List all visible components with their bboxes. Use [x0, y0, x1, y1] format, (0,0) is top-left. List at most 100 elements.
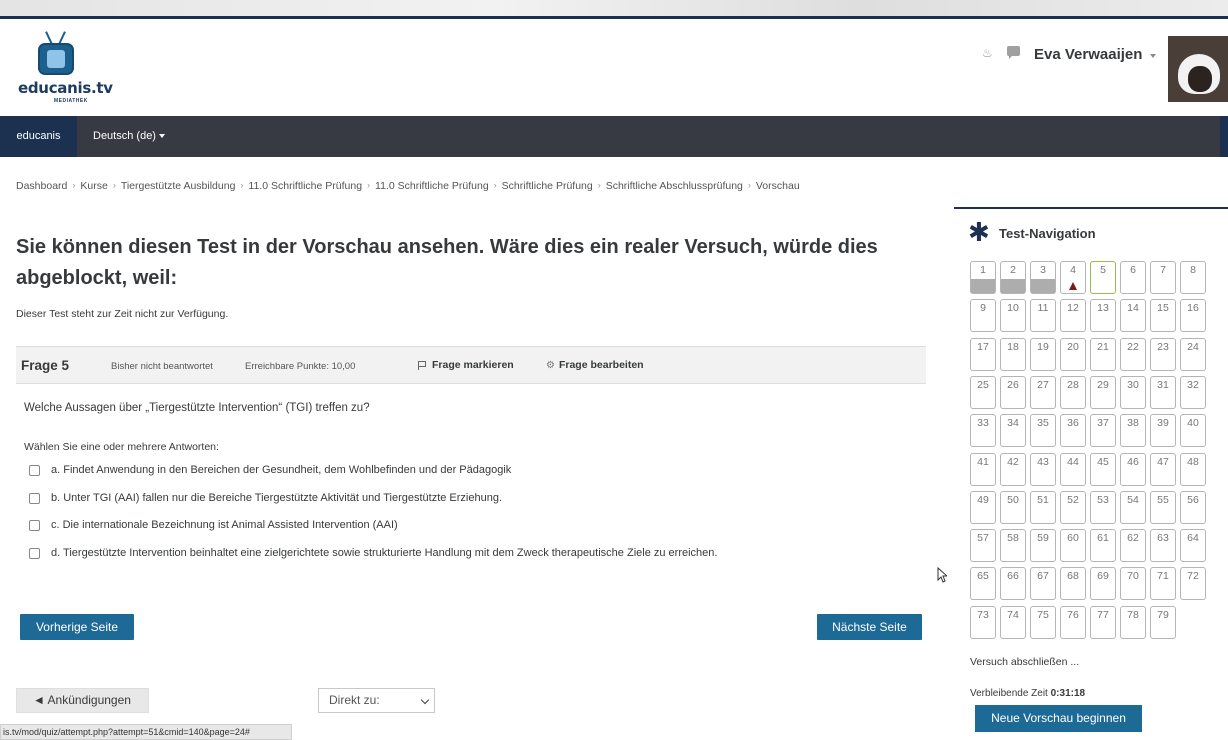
flag-question-button[interactable]: Frage markieren: [418, 359, 514, 371]
question-nav-button[interactable]: 64: [1180, 529, 1206, 563]
question-nav-button[interactable]: 65: [970, 567, 996, 601]
announcements-button[interactable]: ◄ Ankündigungen: [16, 688, 149, 713]
question-nav-button[interactable]: 59: [1030, 529, 1056, 563]
answer-checkbox-a[interactable]: [29, 464, 40, 476]
question-nav-button[interactable]: 11: [1030, 299, 1056, 333]
nav-home-link[interactable]: educanis: [0, 116, 77, 157]
question-nav-button[interactable]: 69: [1090, 567, 1116, 601]
question-nav-button[interactable]: 61: [1090, 529, 1116, 563]
breadcrumb-item[interactable]: Schriftliche Prüfung: [502, 180, 593, 192]
question-nav-button[interactable]: 7: [1150, 261, 1176, 294]
question-nav-button[interactable]: 17: [970, 337, 996, 371]
question-nav-button[interactable]: 6: [1120, 261, 1146, 294]
question-nav-button[interactable]: 19: [1030, 337, 1056, 371]
question-nav-button[interactable]: 56: [1180, 490, 1206, 524]
question-nav-button[interactable]: 57: [970, 529, 996, 563]
question-nav-button[interactable]: 49: [970, 490, 996, 524]
question-nav-button[interactable]: 30: [1120, 375, 1146, 409]
message-icon[interactable]: [1007, 46, 1020, 59]
question-nav-button[interactable]: 74: [1000, 605, 1026, 639]
question-nav-button[interactable]: 68: [1060, 567, 1086, 601]
question-nav-button[interactable]: 44: [1060, 452, 1086, 486]
question-nav-button[interactable]: 53: [1090, 490, 1116, 524]
answer-checkbox-c[interactable]: [29, 519, 40, 531]
breadcrumb-item[interactable]: Dashboard: [16, 180, 67, 192]
question-nav-button[interactable]: 4: [1060, 261, 1086, 294]
question-nav-button[interactable]: 54: [1120, 490, 1146, 524]
question-nav-button[interactable]: 48: [1180, 452, 1206, 486]
question-nav-button[interactable]: 26: [1000, 375, 1026, 409]
question-nav-button[interactable]: 37: [1090, 414, 1116, 448]
question-nav-button[interactable]: 28: [1060, 375, 1086, 409]
question-nav-button[interactable]: 36: [1060, 414, 1086, 448]
question-nav-button[interactable]: 14: [1120, 299, 1146, 333]
question-nav-button[interactable]: 20: [1060, 337, 1086, 371]
start-new-preview-button[interactable]: Neue Vorschau beginnen: [975, 705, 1142, 732]
question-nav-button[interactable]: 15: [1150, 299, 1176, 333]
user-menu-name[interactable]: Eva Verwaaijen: [1034, 46, 1142, 63]
next-page-button[interactable]: Nächste Seite: [817, 614, 922, 640]
question-nav-button[interactable]: 51: [1030, 490, 1056, 524]
breadcrumb-item[interactable]: 11.0 Schriftliche Prüfung: [375, 180, 489, 192]
question-nav-button[interactable]: 70: [1120, 567, 1146, 601]
question-nav-button[interactable]: 29: [1090, 375, 1116, 409]
question-nav-button[interactable]: 1: [970, 261, 996, 294]
site-logo[interactable]: educanis.tv MEDIATHEK: [18, 31, 118, 109]
question-nav-button[interactable]: 77: [1090, 605, 1116, 639]
question-nav-button[interactable]: 58: [1000, 529, 1026, 563]
question-nav-button[interactable]: 12: [1060, 299, 1086, 333]
breadcrumb-item[interactable]: Tiergestützte Ausbildung: [121, 180, 236, 192]
question-nav-button[interactable]: 40: [1180, 414, 1206, 448]
question-nav-button[interactable]: 38: [1120, 414, 1146, 448]
answer-option-c[interactable]: c. Die internationale Bezeichnung ist An…: [29, 519, 398, 531]
answer-checkbox-b[interactable]: [29, 492, 40, 504]
question-nav-button[interactable]: 33: [970, 414, 996, 448]
question-nav-button[interactable]: 41: [970, 452, 996, 486]
question-nav-button[interactable]: 79: [1150, 605, 1176, 639]
bell-icon[interactable]: ♨: [982, 47, 994, 59]
language-menu[interactable]: Deutsch (de): [93, 116, 165, 157]
question-nav-button[interactable]: 27: [1030, 375, 1056, 409]
question-nav-button[interactable]: 34: [1000, 414, 1026, 448]
question-nav-button[interactable]: 76: [1060, 605, 1086, 639]
question-nav-button[interactable]: 32: [1180, 375, 1206, 409]
question-nav-button[interactable]: 39: [1150, 414, 1176, 448]
question-nav-button[interactable]: 55: [1150, 490, 1176, 524]
search-icon[interactable]: [1220, 116, 1228, 157]
chevron-down-icon[interactable]: [1150, 54, 1156, 58]
question-nav-button[interactable]: 46: [1120, 452, 1146, 486]
question-nav-button[interactable]: 21: [1090, 337, 1116, 371]
question-nav-button[interactable]: 43: [1030, 452, 1056, 486]
question-nav-button[interactable]: 60: [1060, 529, 1086, 563]
question-nav-button[interactable]: 18: [1000, 337, 1026, 371]
question-nav-button[interactable]: 52: [1060, 490, 1086, 524]
question-nav-button[interactable]: 2: [1000, 261, 1026, 294]
question-nav-button[interactable]: 67: [1030, 567, 1056, 601]
breadcrumb-item[interactable]: Kurse: [80, 180, 107, 192]
question-nav-button[interactable]: 9: [970, 299, 996, 333]
question-nav-button[interactable]: 71: [1150, 567, 1176, 601]
jump-to-select[interactable]: Direkt zu:: [318, 688, 435, 713]
question-nav-button[interactable]: 8: [1180, 261, 1206, 294]
question-nav-button[interactable]: 22: [1120, 337, 1146, 371]
question-nav-button[interactable]: 13: [1090, 299, 1116, 333]
question-nav-button[interactable]: 31: [1150, 375, 1176, 409]
question-nav-button[interactable]: 10: [1000, 299, 1026, 333]
question-nav-button[interactable]: 50: [1000, 490, 1026, 524]
question-nav-button[interactable]: 24: [1180, 337, 1206, 371]
question-nav-button[interactable]: 78: [1120, 605, 1146, 639]
question-nav-button[interactable]: 42: [1000, 452, 1026, 486]
answer-checkbox-d[interactable]: [29, 547, 40, 559]
answer-option-a[interactable]: a. Findet Anwendung in den Bereichen der…: [29, 464, 511, 476]
breadcrumb-item[interactable]: 11.0 Schriftliche Prüfung: [248, 180, 362, 192]
question-nav-button[interactable]: 5: [1090, 261, 1116, 294]
edit-question-link[interactable]: ⚙ Frage bearbeiten: [546, 359, 644, 371]
question-nav-button[interactable]: 25: [970, 375, 996, 409]
answer-option-b[interactable]: b. Unter TGI (AAI) fallen nur die Bereic…: [29, 492, 502, 504]
avatar[interactable]: [1168, 36, 1228, 102]
question-nav-button[interactable]: 63: [1150, 529, 1176, 563]
question-nav-button[interactable]: 47: [1150, 452, 1176, 486]
question-nav-button[interactable]: 23: [1150, 337, 1176, 371]
question-nav-button[interactable]: 72: [1180, 567, 1206, 601]
finish-attempt-link[interactable]: Versuch abschließen ...: [970, 656, 1079, 668]
